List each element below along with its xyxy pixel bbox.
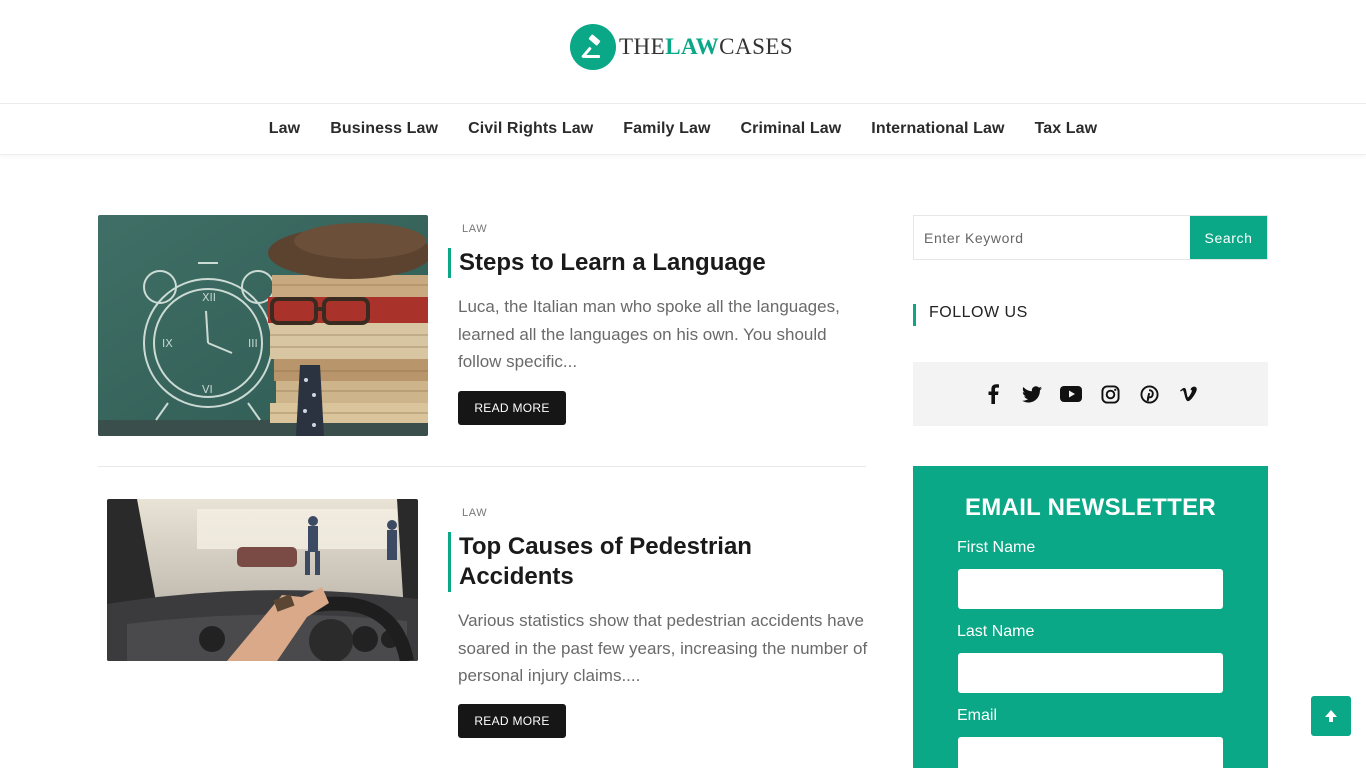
site-logo[interactable]: THELAWCASES — [570, 24, 793, 70]
last-name-label: Last Name — [957, 623, 1035, 640]
nav-item-civil-rights-law[interactable]: Civil Rights Law — [453, 120, 608, 138]
instagram-icon[interactable] — [1099, 383, 1121, 405]
follow-us-heading: FOLLOW US — [913, 304, 1028, 326]
logo-text-the: THE — [619, 34, 666, 59]
post-category[interactable]: LAW — [462, 507, 487, 519]
post-title[interactable]: Steps to Learn a Language — [448, 248, 858, 278]
email-label: Email — [957, 707, 998, 724]
nav-item-criminal-law[interactable]: Criminal Law — [726, 120, 857, 138]
last-name-field[interactable] — [958, 653, 1223, 693]
email-field[interactable] — [958, 737, 1223, 768]
gavel-icon — [570, 24, 616, 70]
nav-item-family-law[interactable]: Family Law — [608, 120, 725, 138]
facebook-icon[interactable] — [982, 383, 1004, 405]
back-to-top-button[interactable] — [1311, 696, 1351, 736]
pinterest-icon[interactable] — [1138, 383, 1160, 405]
svg-text:XII: XII — [202, 291, 216, 304]
post-thumbnail[interactable] — [107, 499, 418, 661]
nav-item-international-law[interactable]: International Law — [856, 120, 1019, 138]
post-thumbnail[interactable]: XII III VI IX — [98, 215, 428, 436]
svg-text:VI: VI — [202, 383, 213, 396]
post-title[interactable]: Top Causes of Pedestrian Accidents — [448, 532, 858, 592]
main-navigation: Law Business Law Civil Rights Law Family… — [0, 104, 1366, 155]
post-excerpt: Various statistics show that pedestrian … — [458, 611, 868, 685]
post-card: XII III VI IX LAW Steps to Learn a Langu… — [98, 215, 868, 445]
site-header: THELAWCASES — [0, 0, 1366, 104]
nav-item-tax-law[interactable]: Tax Law — [1020, 120, 1113, 138]
nav-item-law[interactable]: Law — [254, 120, 315, 138]
logo-text-law: LAW — [665, 34, 720, 59]
logo-text-cases: CASES — [719, 34, 794, 59]
vimeo-icon[interactable] — [1177, 383, 1199, 405]
read-more-button[interactable]: READ MORE — [458, 704, 566, 738]
twitter-icon[interactable] — [1021, 383, 1043, 405]
post-category[interactable]: LAW — [462, 223, 487, 235]
read-more-button[interactable]: READ MORE — [458, 391, 566, 425]
search-form: Search — [913, 215, 1268, 260]
arrow-up-icon — [1325, 710, 1337, 722]
nav-item-business-law[interactable]: Business Law — [315, 120, 453, 138]
logo-wordmark: THELAWCASES — [619, 34, 793, 60]
search-input[interactable] — [914, 216, 1190, 259]
post-card: LAW Top Causes of Pedestrian Accidents V… — [98, 499, 868, 759]
search-button[interactable]: Search — [1190, 216, 1267, 259]
newsletter-widget: EMAIL NEWSLETTER First Name Last Name Em… — [913, 466, 1268, 768]
social-links — [913, 362, 1268, 426]
newsletter-title: EMAIL NEWSLETTER — [964, 494, 1217, 521]
first-name-field[interactable] — [958, 569, 1223, 609]
svg-text:III: III — [248, 337, 258, 350]
youtube-icon[interactable] — [1060, 383, 1082, 405]
svg-text:IX: IX — [162, 337, 173, 350]
post-divider — [98, 466, 866, 467]
post-excerpt: Luca, the Italian man who spoke all the … — [458, 297, 840, 371]
first-name-label: First Name — [957, 539, 1036, 556]
